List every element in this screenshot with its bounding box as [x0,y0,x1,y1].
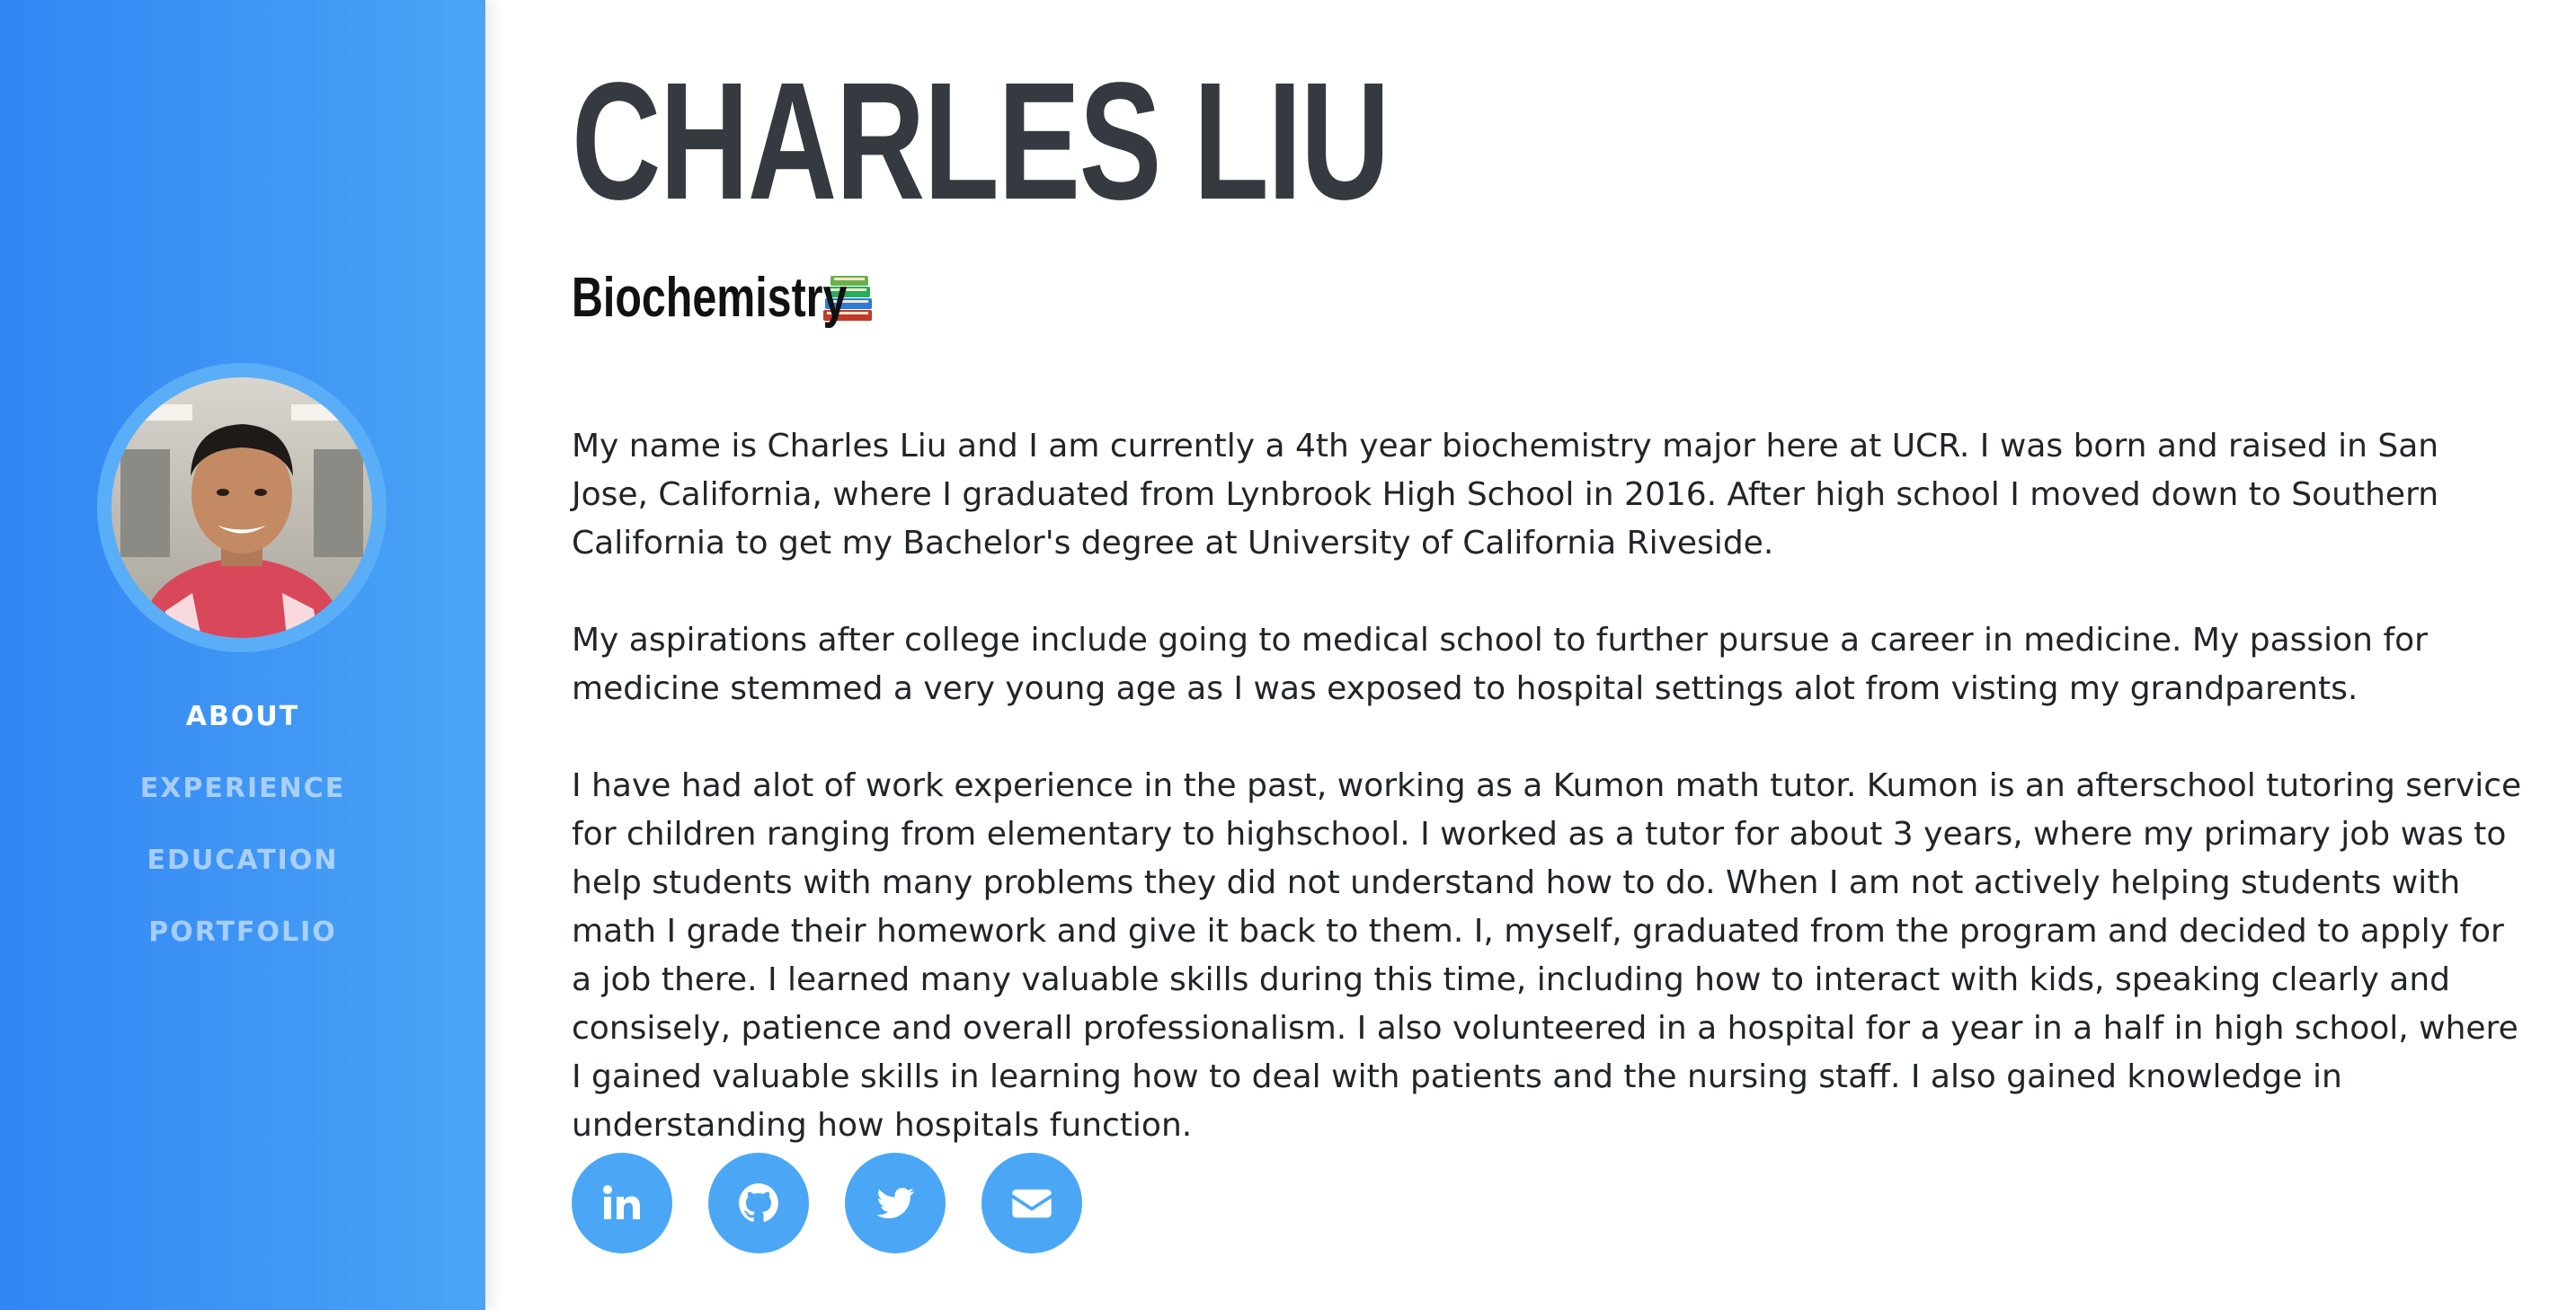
linkedin-button[interactable] [572,1153,672,1253]
avatar-ring [97,363,386,652]
sidebar-nav: ABOUT EXPERIENCE EDUCATION PORTFOLIO [0,692,485,979]
sidebar: ABOUT EXPERIENCE EDUCATION PORTFOLIO [0,0,485,1310]
nav-item-experience[interactable]: EXPERIENCE [0,764,485,836]
social-links [572,1153,1118,1253]
email-button[interactable] [982,1153,1082,1253]
nav-item-about[interactable]: ABOUT [0,692,485,764]
about-text: My name is Charles Liu and I am currentl… [572,422,2522,1199]
twitter-button[interactable] [845,1153,946,1253]
about-paragraph: My name is Charles Liu and I am currentl… [572,428,2439,562]
twitter-icon [876,1188,915,1218]
github-icon [739,1183,778,1222]
about-paragraph: I have had alot of work experience in th… [572,767,2522,1144]
avatar [111,377,372,638]
about-paragraph: My aspirations after college include goi… [572,622,2428,707]
page-title: CHARLES LIU [572,49,1390,235]
nav-item-portfolio[interactable]: PORTFOLIO [0,907,485,979]
email-icon [1012,1189,1052,1218]
subtitle: Biochemistry [572,262,875,334]
nav-item-education[interactable]: EDUCATION [0,836,485,907]
linkedin-icon [603,1185,640,1219]
subtitle-text: Biochemistry [572,267,848,329]
github-button[interactable] [708,1153,809,1253]
